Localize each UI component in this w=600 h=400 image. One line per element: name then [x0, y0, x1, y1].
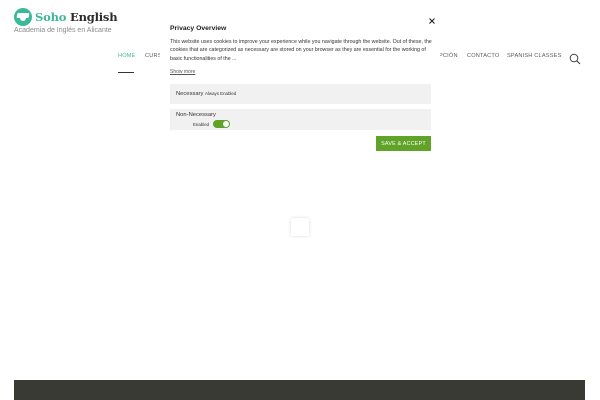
page: Soho English Academia de Inglés en Alica… [0, 0, 600, 400]
save-accept-button[interactable]: SAVE & ACCEPT [376, 136, 431, 151]
nav-item-contacto[interactable]: Contacto [467, 53, 499, 59]
footer-bar [14, 380, 585, 400]
site-tagline: Academia de Inglés en Alicante [14, 27, 112, 34]
logo-text-prefix: Soho [35, 10, 67, 24]
nav-item-spanish-classes[interactable]: Spanish Classes [507, 53, 562, 59]
necessary-label: Necessary [176, 91, 204, 97]
nav-item-partial[interactable]: pción [439, 53, 458, 59]
nav-item-home[interactable]: Home [118, 53, 136, 59]
non-necessary-label: Non-Necessary [176, 112, 216, 118]
non-necessary-toggle-group: Enabled [193, 120, 231, 128]
toggle-state-label: Enabled [193, 121, 210, 127]
modal-title: Privacy Overview [170, 25, 227, 32]
modal-description: This website uses cookies to improve you… [170, 39, 432, 62]
close-icon[interactable] [427, 16, 437, 26]
logo-text-suffix: English [70, 10, 118, 24]
show-more-link[interactable]: Show more [170, 69, 195, 75]
site-logo[interactable]: Soho English [14, 8, 118, 26]
privacy-modal: Privacy Overview This website uses cooki… [160, 13, 440, 161]
page-loader [291, 218, 309, 236]
cookie-row-non-necessary[interactable]: Non-Necessary Enabled [170, 109, 431, 130]
nav-active-underline [118, 72, 134, 73]
logo-text: Soho English [35, 10, 118, 24]
non-necessary-toggle[interactable] [213, 120, 231, 128]
graduation-cap-icon [14, 8, 32, 26]
necessary-label-group: Necessary Always Enabled [176, 91, 236, 97]
always-enabled-note: Always Enabled [205, 91, 237, 96]
toggle-knob [223, 121, 230, 127]
search-icon[interactable] [569, 53, 581, 65]
cookie-row-necessary[interactable]: Necessary Always Enabled [170, 84, 431, 104]
